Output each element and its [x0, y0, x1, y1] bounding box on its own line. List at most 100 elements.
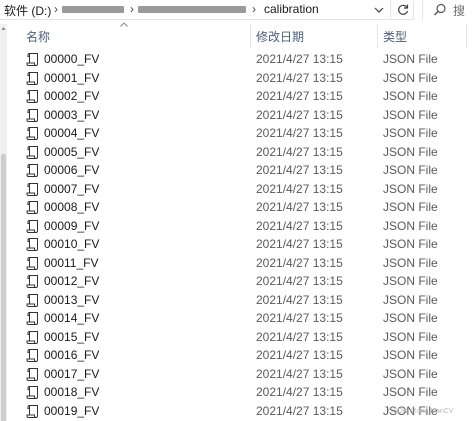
file-row[interactable]: 00008_FV 2021/4/27 13:15 JSON File: [0, 198, 474, 217]
file-modified-date: 2021/4/27 13:15: [256, 237, 343, 251]
breadcrumb-drive[interactable]: 软件 (D:): [4, 2, 51, 19]
file-type: JSON File: [383, 126, 438, 140]
file-type: JSON File: [383, 366, 438, 381]
breadcrumb-redacted-2[interactable]: [138, 6, 246, 13]
json-file-icon: [26, 53, 38, 66]
file-type: JSON File: [383, 218, 438, 233]
file-row[interactable]: 00002_FV 2021/4/27 13:15 JSON File: [0, 87, 474, 106]
file-list: 00000_FV 2021/4/27 13:15 JSON File 00001…: [0, 50, 474, 420]
file-type: JSON File: [383, 255, 438, 270]
file-name: 00011_FV: [44, 255, 99, 270]
file-modified-date: 2021/4/27 13:15: [256, 292, 343, 307]
file-type: JSON File: [383, 107, 438, 122]
file-row[interactable]: 00000_FV 2021/4/27 13:15 JSON File: [0, 50, 474, 69]
address-bar[interactable]: 软件 (D:) › › › calibration: [0, 0, 414, 20]
file-modified-date: 2021/4/27 13:15: [256, 329, 343, 344]
column-header-type[interactable]: 类型: [383, 28, 407, 46]
file-row[interactable]: 00017_FV 2021/4/27 13:15 JSON File: [0, 365, 474, 384]
json-file-icon: [26, 182, 38, 196]
file-type: JSON File: [383, 144, 438, 159]
file-modified-date: 2021/4/27 13:15: [256, 181, 343, 196]
breadcrumb-current-folder[interactable]: calibration: [264, 2, 319, 16]
file-row[interactable]: 00015_FV 2021/4/27 13:15 JSON File: [0, 328, 474, 347]
file-row[interactable]: 00013_FV 2021/4/27 13:15 JSON File: [0, 291, 474, 310]
breadcrumb-redacted-1[interactable]: [62, 6, 124, 13]
json-file-icon: [26, 349, 38, 362]
column-divider[interactable]: [377, 24, 378, 48]
json-file-icon: [26, 367, 38, 381]
file-row[interactable]: 00007_FV 2021/4/27 13:15 JSON File: [0, 180, 474, 199]
file-name: 00005_FV: [44, 144, 100, 159]
file-type: JSON File: [383, 274, 438, 288]
chevron-right-icon[interactable]: ›: [130, 2, 134, 16]
json-file-icon: [26, 90, 38, 103]
chevron-right-icon[interactable]: ›: [54, 2, 58, 16]
file-name: 00016_FV: [44, 348, 100, 362]
chevron-right-icon[interactable]: ›: [252, 2, 256, 16]
file-row[interactable]: 00012_FV 2021/4/27 13:15 JSON File: [0, 272, 474, 291]
file-name: 00001_FV: [44, 70, 100, 85]
file-type: JSON File: [383, 292, 438, 307]
column-divider[interactable]: [466, 24, 467, 48]
file-row[interactable]: 00003_FV 2021/4/27 13:15 JSON File: [0, 106, 474, 125]
sort-up-icon: [120, 22, 128, 27]
file-type: JSON File: [383, 181, 438, 196]
file-name: 00003_FV: [44, 107, 100, 122]
file-row[interactable]: 00011_FV 2021/4/27 13:15 JSON File: [0, 254, 474, 273]
json-file-icon: [26, 201, 38, 214]
file-type: JSON File: [383, 70, 438, 85]
file-row[interactable]: 00004_FV 2021/4/27 13:15 JSON File: [0, 124, 474, 143]
file-name: 00007_FV: [44, 181, 100, 196]
file-name: 00004_FV: [44, 126, 100, 140]
file-modified-date: 2021/4/27 13:15: [256, 385, 343, 399]
file-row[interactable]: 00005_FV 2021/4/27 13:15 JSON File: [0, 143, 474, 162]
refresh-button[interactable]: [390, 0, 414, 20]
file-row[interactable]: 00009_FV 2021/4/27 13:15 JSON File: [0, 217, 474, 236]
chevron-down-icon[interactable]: [372, 3, 386, 17]
file-row[interactable]: 00016_FV 2021/4/27 13:15 JSON File: [0, 346, 474, 365]
file-row[interactable]: 00018_FV 2021/4/27 13:15 JSON File: [0, 383, 474, 402]
address-bar-row: 软件 (D:) › › › calibration 搜: [0, 0, 474, 22]
search-input[interactable]: 搜: [422, 0, 474, 20]
file-modified-date: 2021/4/27 13:15: [256, 311, 343, 325]
file-type: JSON File: [383, 385, 438, 399]
file-modified-date: 2021/4/27 13:15: [256, 255, 343, 270]
file-modified-date: 2021/4/27 13:15: [256, 126, 343, 140]
file-row[interactable]: 00010_FV 2021/4/27 13:15 JSON File: [0, 235, 474, 254]
file-type: JSON File: [383, 311, 438, 325]
json-file-icon: [26, 145, 38, 159]
file-type: JSON File: [383, 52, 438, 66]
file-name: 00002_FV: [44, 89, 100, 103]
file-modified-date: 2021/4/27 13:15: [256, 107, 343, 122]
file-name: 00014_FV: [44, 311, 100, 325]
json-file-icon: [26, 164, 38, 177]
file-name: 00018_FV: [44, 385, 100, 399]
file-row[interactable]: 00001_FV 2021/4/27 13:15 JSON File: [0, 69, 474, 88]
json-file-icon: [26, 238, 38, 251]
file-modified-date: 2021/4/27 13:15: [256, 70, 343, 85]
search-placeholder: 搜: [453, 4, 466, 18]
column-divider[interactable]: [250, 24, 251, 48]
json-file-icon: [26, 404, 38, 418]
file-type: JSON File: [383, 200, 438, 214]
json-file-icon: [26, 312, 38, 325]
column-header-name[interactable]: 名称: [26, 28, 50, 46]
file-modified-date: 2021/4/27 13:15: [256, 274, 343, 288]
file-row[interactable]: 00014_FV 2021/4/27 13:15 JSON File: [0, 309, 474, 328]
file-name: 00015_FV: [44, 329, 100, 344]
file-name: 00017_FV: [44, 366, 100, 381]
column-header-modified[interactable]: 修改日期: [256, 28, 304, 46]
scroll-up-arrow-icon[interactable]: [1, 26, 6, 31]
file-type: JSON File: [383, 89, 438, 103]
file-modified-date: 2021/4/27 13:15: [256, 163, 343, 177]
json-file-icon: [26, 330, 38, 344]
file-type: JSON File: [383, 348, 438, 362]
file-name: 00019_FV: [44, 403, 100, 418]
file-row[interactable]: 00006_FV 2021/4/27 13:15 JSON File: [0, 161, 474, 180]
file-modified-date: 2021/4/27 13:15: [256, 200, 343, 214]
file-modified-date: 2021/4/27 13:15: [256, 348, 343, 362]
file-name: 00006_FV: [44, 163, 100, 177]
file-name: 00008_FV: [44, 200, 100, 214]
json-file-icon: [26, 256, 38, 270]
refresh-icon: [398, 4, 409, 15]
